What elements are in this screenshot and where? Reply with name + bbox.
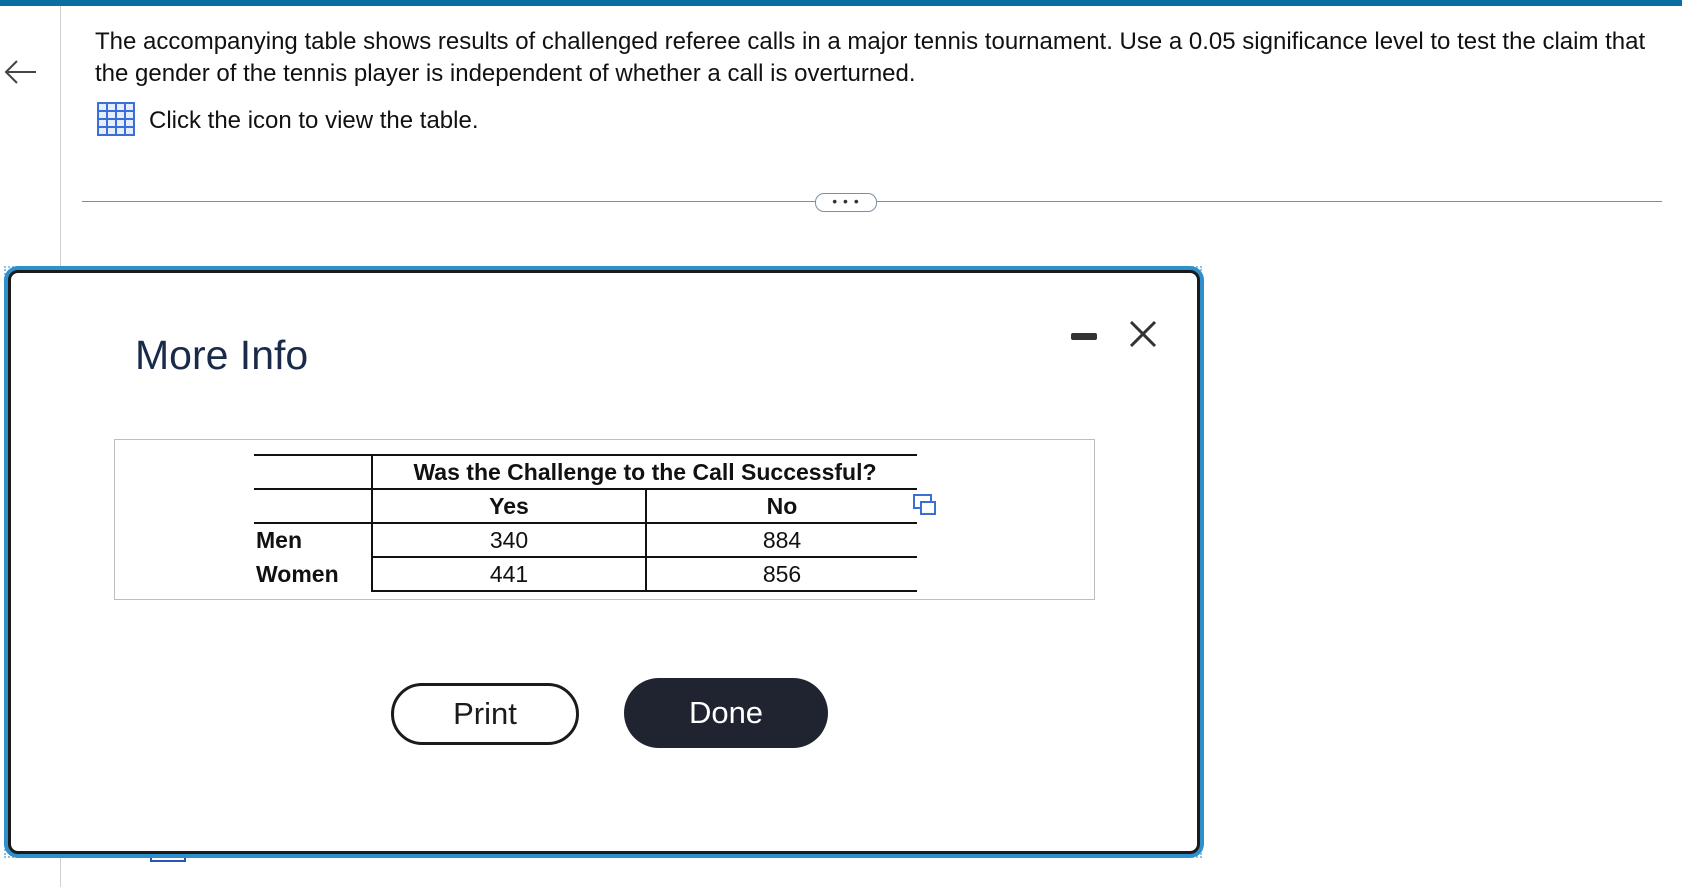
view-table-hint: Click the icon to view the table. <box>149 107 479 134</box>
cell-men-yes: 340 <box>371 523 646 558</box>
back-arrow-icon[interactable] <box>0 52 40 92</box>
top-accent-bar <box>0 0 1682 6</box>
table-row: Women 441 856 <box>254 557 917 592</box>
question-text: The accompanying table shows results of … <box>95 28 1646 87</box>
cell-women-yes: 441 <box>371 557 646 592</box>
view-table-link[interactable]: Click the icon to view the table. <box>97 101 479 141</box>
table-row: Men 340 884 <box>254 522 917 558</box>
cell-women-no: 856 <box>645 557 917 592</box>
copy-icon[interactable] <box>913 494 937 516</box>
dialog-title: More Info <box>135 332 309 378</box>
expand-more-button[interactable]: • • • <box>815 193 877 212</box>
more-info-dialog: More Info Was the Challenge to the Call … <box>8 270 1200 854</box>
minimize-button[interactable] <box>1069 322 1099 348</box>
column-header-yes: Yes <box>371 488 646 524</box>
corner-cell <box>254 488 372 523</box>
minimize-icon <box>1071 333 1097 340</box>
table-grid-icon[interactable] <box>97 101 135 141</box>
cell-men-no: 884 <box>645 523 917 558</box>
column-header-no: No <box>645 488 917 524</box>
contingency-table: Was the Challenge to the Call Successful… <box>254 454 917 592</box>
row-label-men: Men <box>254 522 372 557</box>
close-icon <box>1129 320 1157 348</box>
close-button[interactable] <box>1126 317 1160 351</box>
print-button[interactable]: Print <box>391 683 579 745</box>
table-header-title: Was the Challenge to the Call Successful… <box>371 454 917 489</box>
done-button[interactable]: Done <box>624 678 828 748</box>
corner-cell <box>254 454 372 489</box>
row-label-women: Women <box>256 560 339 587</box>
